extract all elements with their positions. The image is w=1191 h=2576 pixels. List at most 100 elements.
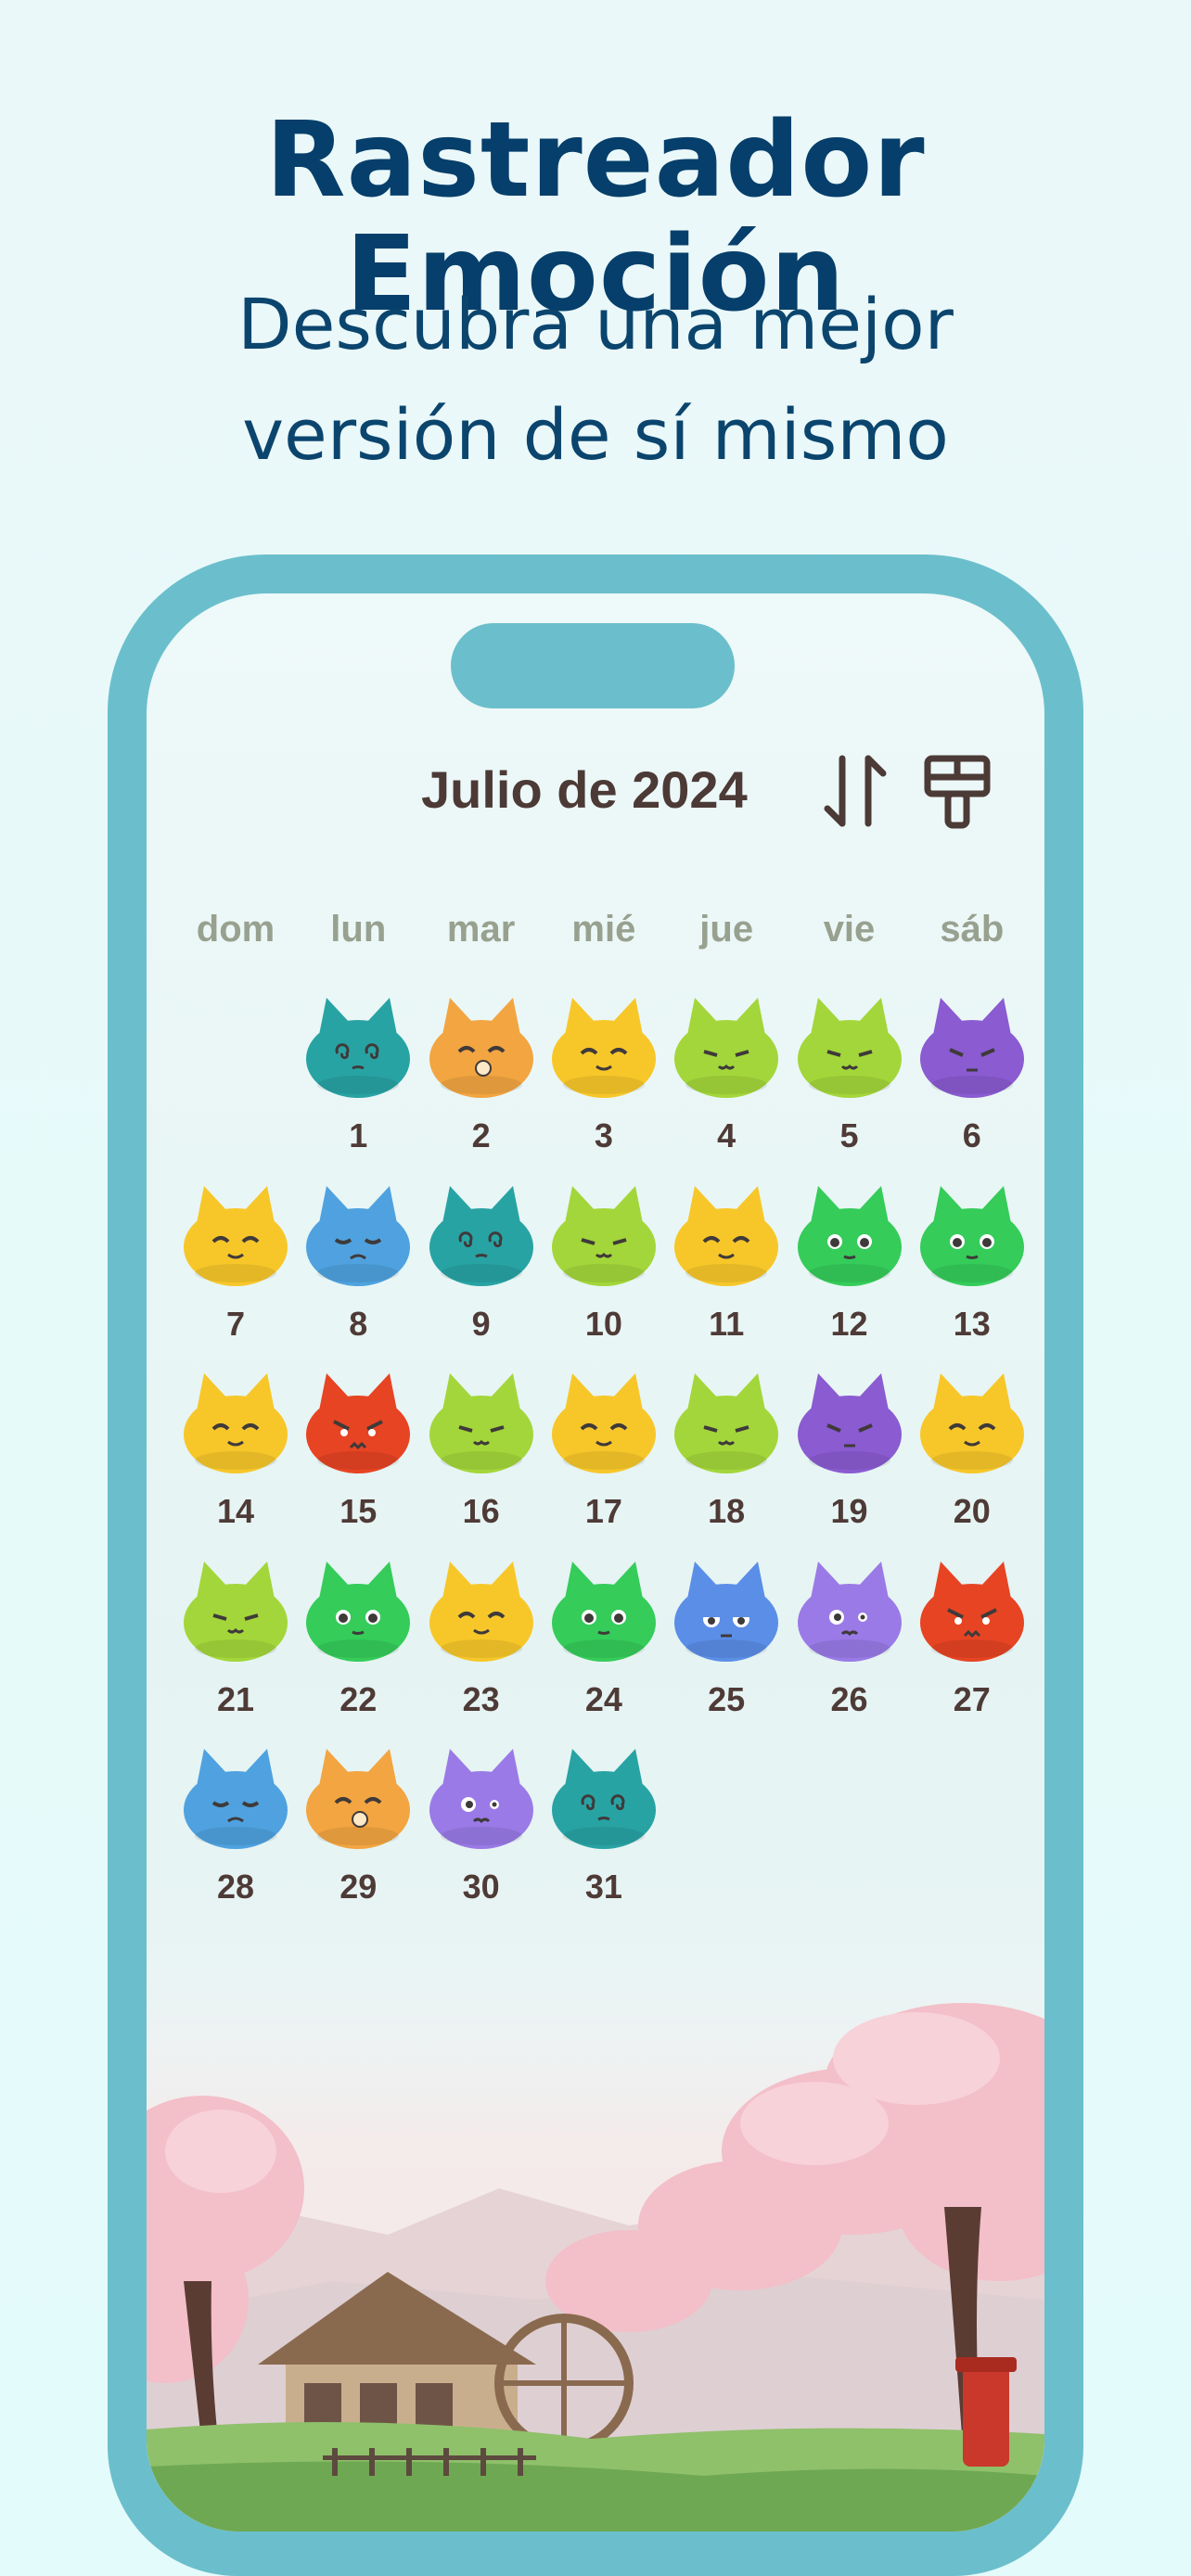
mood-cat-icon	[548, 992, 660, 1103]
calendar-day[interactable]: 30	[420, 1743, 543, 1931]
calendar-day[interactable]: 17	[543, 1368, 665, 1555]
calendar-day[interactable]: 8	[297, 1180, 419, 1368]
day-number: 26	[830, 1679, 868, 1718]
day-number: 6	[962, 1116, 981, 1154]
phone-frame: Julio de 2024 dom lun mar mié jue vie sá…	[108, 555, 1083, 2576]
sort-button[interactable]	[818, 749, 892, 833]
day-number: 4	[717, 1116, 736, 1154]
calendar-day[interactable]: 5	[788, 992, 911, 1180]
page-subtitle: Descubra una mejor versión de sí mismo	[0, 269, 1191, 491]
calendar-day[interactable]: 6	[911, 992, 1033, 1180]
weekday-label: jue	[699, 909, 754, 950]
calendar-day[interactable]: 24	[543, 1556, 665, 1743]
day-number: 3	[594, 1116, 613, 1154]
calendar-day[interactable]: 23	[420, 1556, 543, 1743]
calendar-day[interactable]: 26	[788, 1556, 911, 1743]
day-number: 25	[708, 1679, 746, 1718]
mood-cat-icon	[794, 992, 905, 1103]
mood-cat-icon	[548, 1743, 660, 1855]
mood-cat-icon	[916, 1368, 1028, 1479]
calendar-day[interactable]: 31	[543, 1743, 665, 1931]
calendar-day[interactable]: 29	[297, 1743, 419, 1931]
mood-cat-icon	[180, 1368, 291, 1479]
mood-cat-icon	[180, 1180, 291, 1292]
calendar-day[interactable]: 15	[297, 1368, 419, 1555]
mood-cat-icon	[302, 1743, 414, 1855]
mood-cat-icon	[794, 1180, 905, 1292]
day-number: 1	[349, 1116, 368, 1154]
calendar-day[interactable]: 14	[174, 1368, 297, 1555]
calendar-day[interactable]: 1	[297, 992, 419, 1180]
calendar-day[interactable]: 16	[420, 1368, 543, 1555]
mood-cat-icon	[302, 1368, 414, 1479]
cherry-blossom-village-illustration	[147, 1929, 1044, 2531]
calendar-day[interactable]: 3	[543, 992, 665, 1180]
weekday-label: sáb	[940, 909, 1005, 950]
mood-cat-icon	[548, 1180, 660, 1292]
day-number: 18	[708, 1492, 746, 1530]
weekday-label: vie	[823, 909, 876, 950]
mood-cat-icon	[180, 1743, 291, 1855]
mood-cat-icon	[426, 1368, 537, 1479]
paint-roller-icon	[924, 755, 991, 829]
day-number: 30	[462, 1868, 500, 1906]
mood-cat-icon	[302, 1556, 414, 1667]
month-title[interactable]: Julio de 2024	[421, 753, 783, 827]
day-number: 12	[830, 1304, 868, 1343]
day-number: 28	[216, 1868, 255, 1906]
day-number: 24	[584, 1679, 622, 1718]
theme-button[interactable]	[922, 753, 992, 831]
mood-cat-icon	[548, 1368, 660, 1479]
subtitle-line-2: versión de sí mismo	[242, 393, 949, 477]
weekday-label: mié	[571, 909, 636, 950]
day-number: 9	[471, 1304, 491, 1343]
day-number: 2	[471, 1116, 491, 1154]
mood-cat-icon	[302, 1180, 414, 1292]
calendar-day[interactable]: 13	[911, 1180, 1033, 1368]
calendar-day[interactable]: 18	[665, 1368, 788, 1555]
day-number: 5	[839, 1116, 859, 1154]
day-number: 21	[216, 1679, 255, 1718]
calendar-day[interactable]: 10	[543, 1180, 665, 1368]
day-number: 14	[216, 1492, 255, 1530]
mood-cat-icon	[916, 1556, 1028, 1667]
calendar-day[interactable]: 7	[174, 1180, 297, 1368]
day-number: 20	[953, 1492, 991, 1530]
day-number: 8	[349, 1304, 368, 1343]
mood-cat-icon	[671, 1556, 782, 1667]
mood-cat-icon	[426, 1556, 537, 1667]
mood-cat-icon	[794, 1368, 905, 1479]
mood-cat-icon	[180, 1556, 291, 1667]
weekday-label: mar	[446, 909, 516, 950]
calendar-day[interactable]: 19	[788, 1368, 911, 1555]
mood-cat-icon	[548, 1556, 660, 1667]
mood-cat-icon	[426, 1743, 537, 1855]
day-number: 31	[584, 1868, 622, 1906]
weekday-label: lun	[330, 909, 387, 950]
day-number: 17	[584, 1492, 622, 1530]
calendar-day[interactable]: 9	[420, 1180, 543, 1368]
weekday-label: dom	[196, 909, 275, 950]
day-number: 10	[584, 1304, 622, 1343]
mood-cat-icon	[671, 1180, 782, 1292]
calendar-day[interactable]: 28	[174, 1743, 297, 1931]
calendar-day[interactable]: 12	[788, 1180, 911, 1368]
phone-screen: Julio de 2024 dom lun mar mié jue vie sá…	[147, 593, 1044, 2531]
calendar-day[interactable]: 11	[665, 1180, 788, 1368]
day-number: 11	[709, 1304, 745, 1343]
day-number: 27	[953, 1679, 991, 1718]
day-number: 22	[339, 1679, 378, 1718]
calendar-day[interactable]: 4	[665, 992, 788, 1180]
mood-cat-icon	[916, 992, 1028, 1103]
calendar-day[interactable]: 20	[911, 1368, 1033, 1555]
day-number: 13	[953, 1304, 991, 1343]
weekday-header: dom lun mar mié jue vie sáb	[174, 899, 1033, 959]
mood-cat-icon	[916, 1180, 1028, 1292]
calendar-day[interactable]: 22	[297, 1556, 419, 1743]
calendar-day[interactable]: 27	[911, 1556, 1033, 1743]
calendar-day[interactable]: 21	[174, 1556, 297, 1743]
calendar-day[interactable]: 2	[420, 992, 543, 1180]
calendar-day[interactable]: 25	[665, 1556, 788, 1743]
mood-cat-icon	[671, 1368, 782, 1479]
calendar-grid: 1 2 3 4 5 6 7 8 9 10 11 12 13 14 15 16 1…	[174, 992, 1033, 1919]
